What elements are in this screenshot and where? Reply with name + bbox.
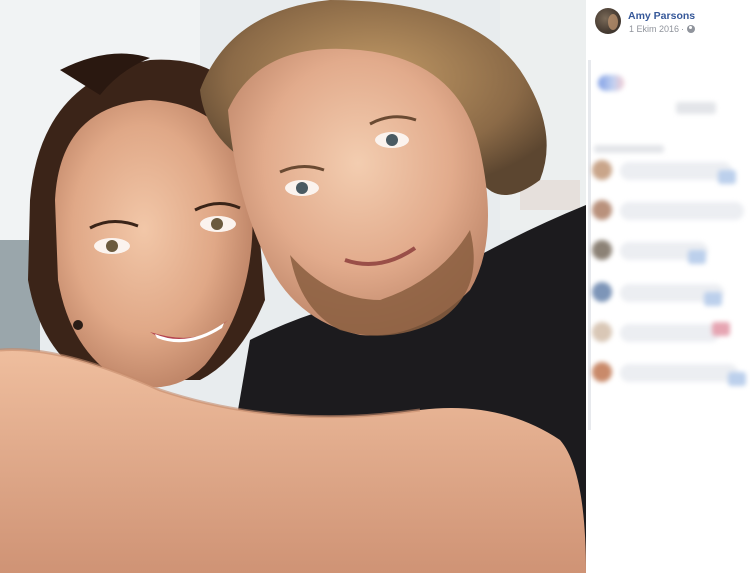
reactions-summary — [598, 75, 624, 91]
blurred-text — [676, 102, 716, 114]
post-photo[interactable] — [0, 0, 586, 573]
post-date[interactable]: 1 Ekim 2016 — [629, 24, 679, 34]
post-meta: 1 Ekim 2016 · — [629, 24, 696, 34]
author-avatar[interactable] — [595, 8, 621, 34]
photo-image — [0, 0, 586, 573]
comment-bubble — [620, 202, 744, 220]
comment-reaction — [704, 292, 722, 306]
post-side-panel: Amy Parsons 1 Ekim 2016 · — [586, 0, 750, 573]
author-name-link[interactable]: Amy Parsons — [628, 10, 695, 22]
comment-avatar — [592, 160, 612, 180]
comment-reaction — [718, 170, 736, 184]
comment-avatar — [592, 362, 612, 382]
blurred-comments-area — [586, 60, 750, 440]
comment-reaction — [688, 250, 706, 264]
comment-avatar — [592, 240, 612, 260]
meta-separator: · — [681, 24, 685, 34]
comment-avatar — [592, 282, 612, 302]
comment-reaction — [728, 372, 746, 386]
globe-icon[interactable] — [687, 25, 696, 33]
comment-bubble — [620, 162, 732, 180]
comment-bubble — [620, 364, 738, 382]
comment-avatar — [592, 322, 612, 342]
comment-bubble — [620, 324, 720, 342]
blurred-text — [594, 145, 664, 153]
comment-reaction — [712, 322, 730, 336]
comment-avatar — [592, 200, 612, 220]
